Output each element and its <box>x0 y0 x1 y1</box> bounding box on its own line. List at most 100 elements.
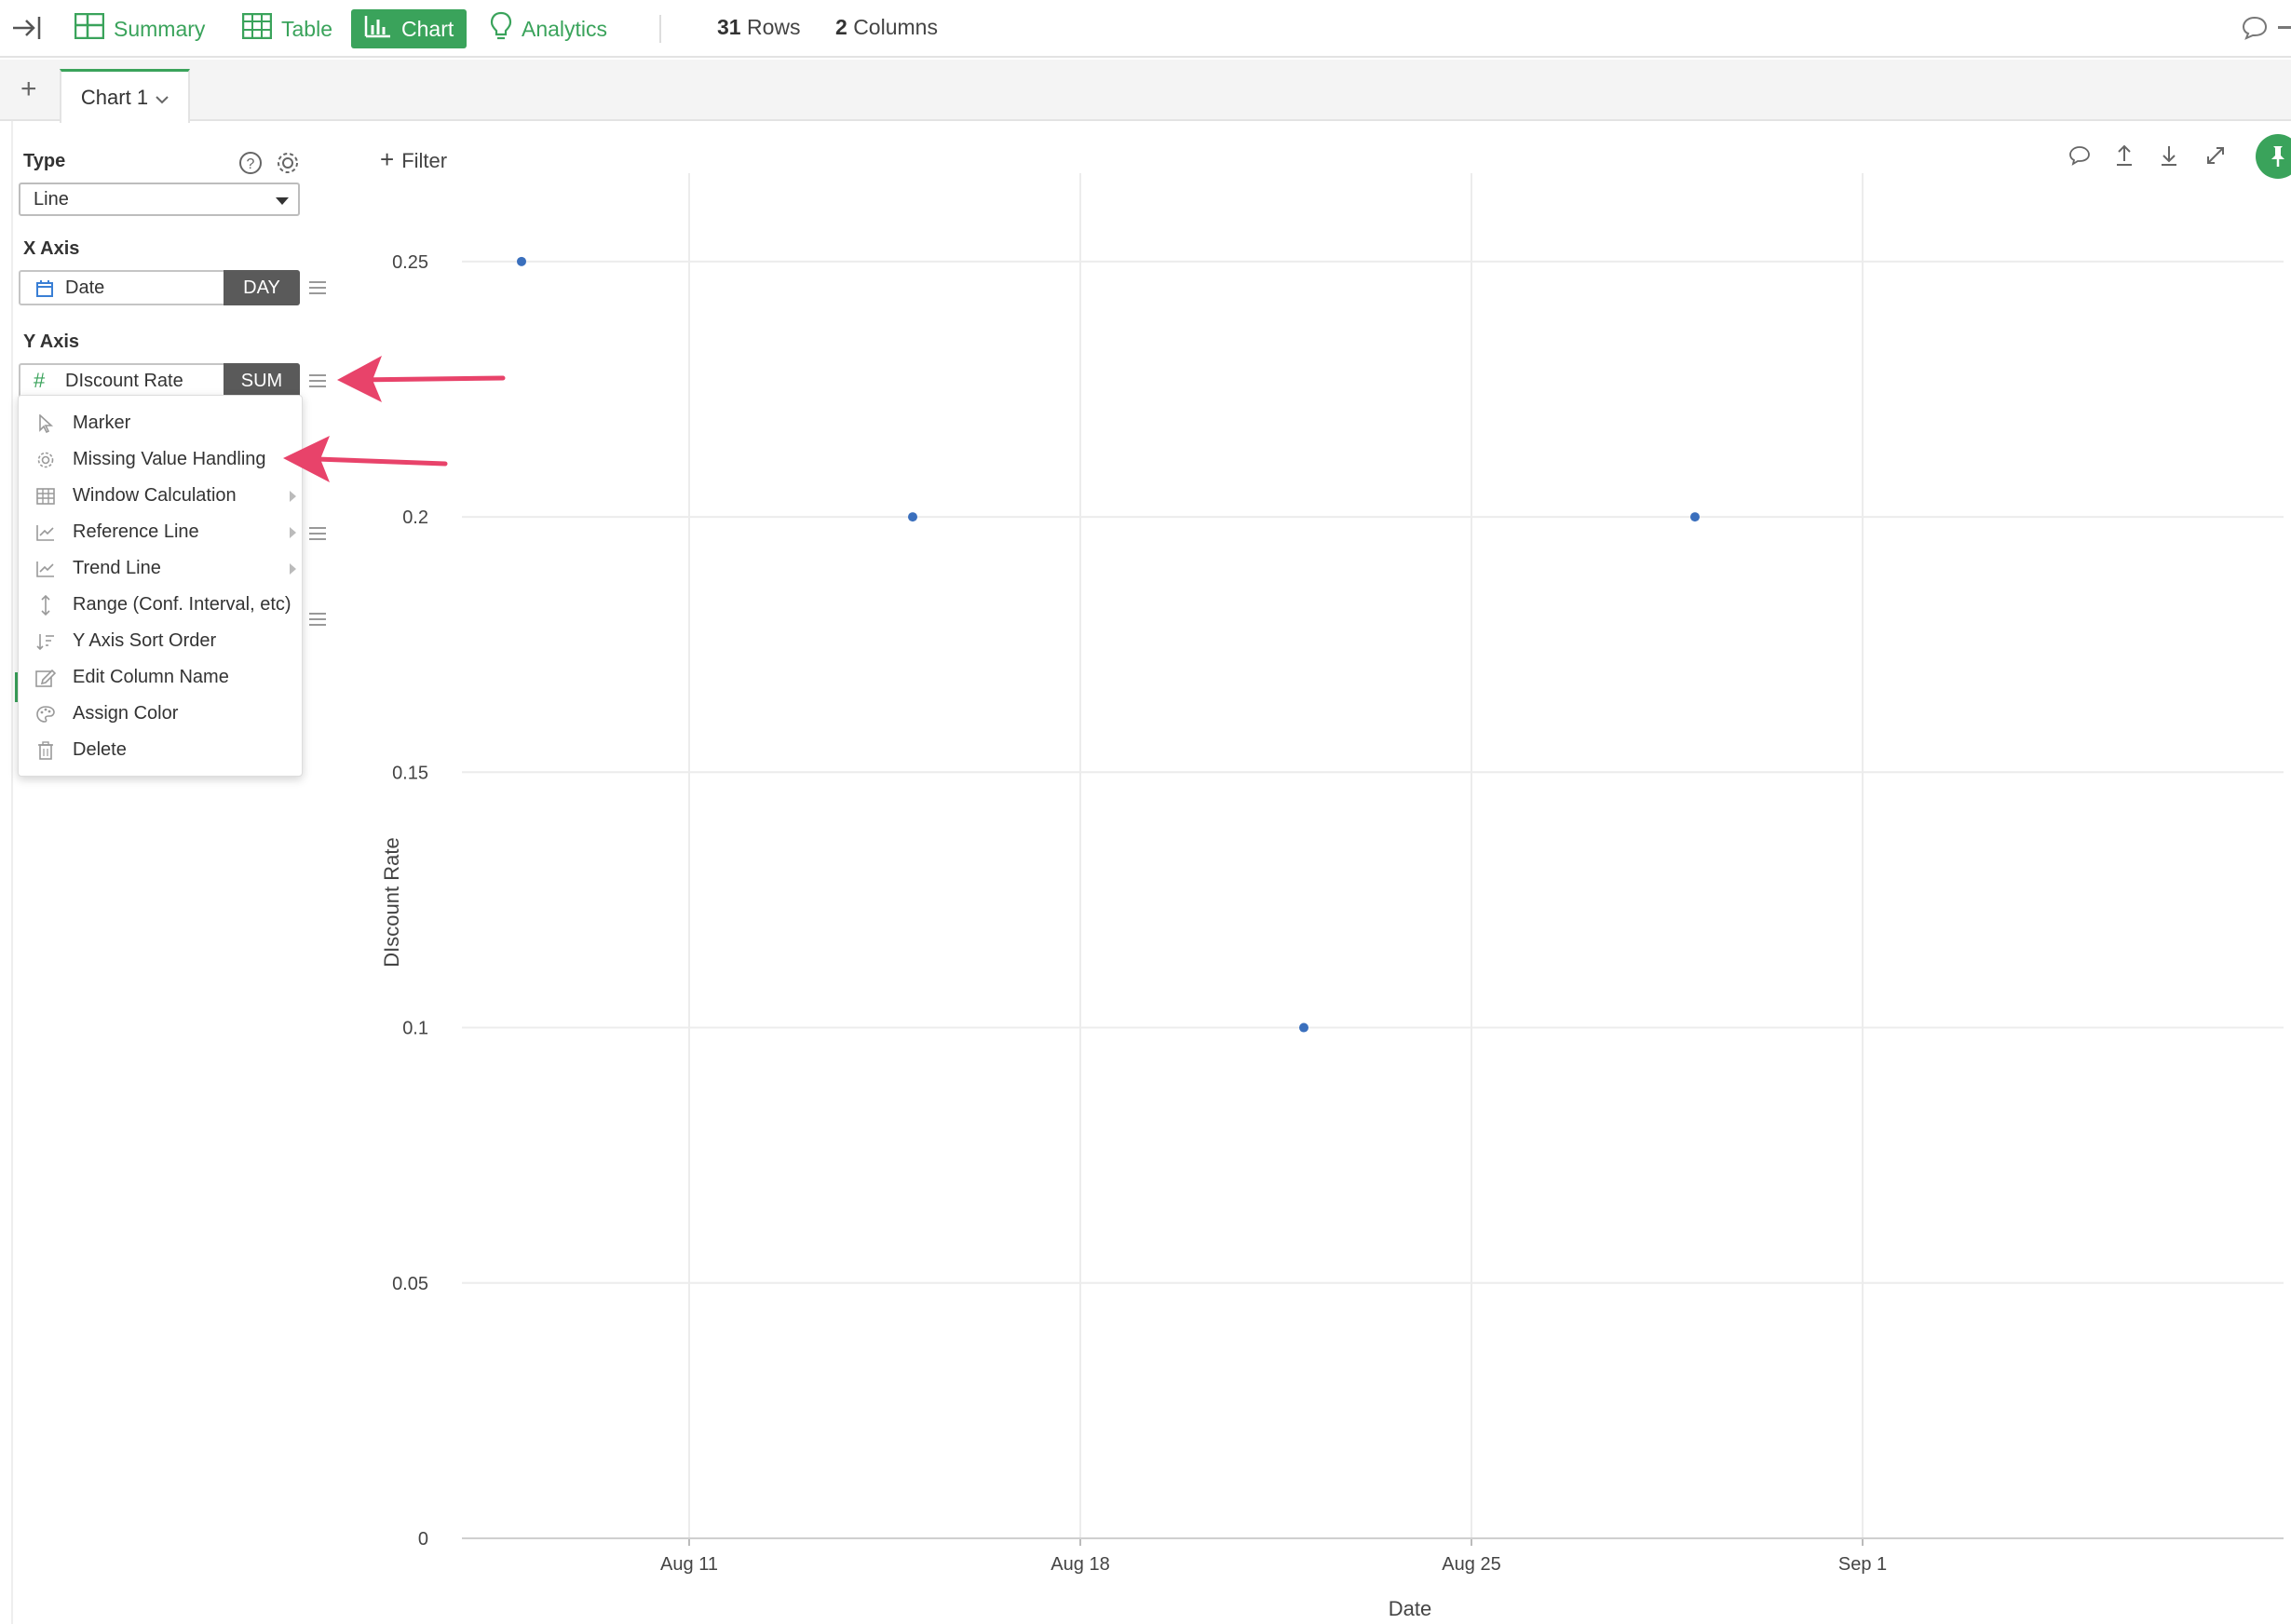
table-icon <box>241 12 273 45</box>
tab-analytics-label: Analytics <box>522 16 608 41</box>
menu-item-assign-color[interactable]: Assign Color <box>19 696 304 732</box>
collapsed-row-menu-icon[interactable] <box>309 613 326 626</box>
y-tick-label: 0 <box>418 1529 428 1550</box>
gear-icon <box>35 450 56 470</box>
chart-tab[interactable]: Chart 1 <box>60 69 190 123</box>
y-axis-column-pill[interactable]: # DIscount Rate SUM <box>19 363 300 399</box>
rows-count-value: 31 <box>717 15 741 39</box>
line-chart-icon <box>35 559 56 579</box>
x-axis-aggregation-button[interactable]: DAY <box>224 270 300 305</box>
collapsed-row-menu-icon[interactable] <box>309 527 326 540</box>
chart-plot: 00.050.10.150.20.25Aug 42019Aug 11Aug 18… <box>380 173 2284 1620</box>
chart-type-value: Line <box>34 188 69 210</box>
numeric-hash-icon: # <box>34 369 46 392</box>
top-toolbar: Summary Table Chart Analytics 31 Rows 2 … <box>0 0 2291 58</box>
x-axis-label: X Axis <box>23 238 80 259</box>
tab-table-label: Table <box>281 16 332 41</box>
menu-item-label: Window Calculation <box>73 485 237 506</box>
dropdown-caret-icon <box>276 197 289 205</box>
submenu-arrow-icon <box>290 562 296 575</box>
menu-item-label: Edit Column Name <box>73 667 229 687</box>
data-point <box>1690 512 1700 522</box>
tab-summary-label: Summary <box>114 16 206 41</box>
y-tick-label: 0.15 <box>392 763 428 783</box>
toolbar-divider <box>659 15 661 43</box>
menu-item-label: Reference Line <box>73 521 199 542</box>
y-axis-title: DIscount Rate <box>380 837 403 967</box>
data-point <box>1299 1022 1308 1033</box>
x-axis-column-name: Date <box>65 277 105 298</box>
x-tick-label: Aug 11 <box>660 1554 718 1575</box>
chevron-down-icon[interactable] <box>156 86 169 110</box>
panel-left-edge <box>11 121 13 1624</box>
tab-table[interactable]: Table <box>241 9 332 48</box>
menu-item-label: Trend Line <box>73 558 161 578</box>
y-tick-label: 0.2 <box>402 508 428 528</box>
menu-item-label: Missing Value Handling <box>73 449 266 469</box>
data-point <box>908 512 917 522</box>
type-label: Type <box>23 151 66 171</box>
menu-item-label: Delete <box>73 739 127 760</box>
y-tick-label: 0.25 <box>392 252 428 273</box>
columns-count-label: Columns <box>853 15 938 39</box>
svg-text:?: ? <box>247 156 255 172</box>
chart-tab-label: Chart 1 <box>80 85 149 109</box>
add-chart-button[interactable]: + <box>20 75 37 103</box>
x-tick-label: Aug 25 <box>1442 1554 1500 1575</box>
submenu-arrow-icon <box>290 490 296 502</box>
tab-chart-label: Chart <box>401 16 454 41</box>
tab-summary[interactable]: Summary <box>74 9 206 48</box>
table-icon <box>35 486 56 507</box>
sort-icon <box>35 631 56 652</box>
menu-item-window-calculation[interactable]: Window Calculation <box>19 478 304 514</box>
cursor-icon <box>35 413 56 434</box>
menu-item-delete[interactable]: Delete <box>19 732 304 768</box>
x-axis-menu-icon[interactable] <box>309 281 326 294</box>
menu-item-marker[interactable]: Marker <box>19 405 304 441</box>
gear-icon[interactable] <box>276 151 300 175</box>
y-tick-label: 0.05 <box>392 1274 428 1294</box>
tab-analytics[interactable]: Analytics <box>490 9 607 48</box>
x-tick-label: Sep 1 <box>1838 1554 1887 1575</box>
columns-count-value: 2 <box>835 15 847 39</box>
menu-item-label: Range (Conf. Interval, etc) <box>73 594 291 615</box>
calendar-icon <box>35 279 54 304</box>
vertical-range-icon <box>35 594 56 616</box>
trash-icon <box>35 740 56 761</box>
chart-type-select[interactable]: Line <box>19 183 300 216</box>
y-tick-label: 0.1 <box>402 1019 428 1039</box>
x-axis-title: Date <box>1389 1597 1431 1620</box>
chart-area: +Filter 00.050.10.150.20.25Aug 42019Aug … <box>345 121 2291 1624</box>
menu-item-reference-line[interactable]: Reference Line <box>19 514 304 550</box>
x-axis-column-pill[interactable]: Date DAY <box>19 270 300 305</box>
x-tick-label: Aug 18 <box>1051 1554 1109 1575</box>
menu-item-y-axis-sort-order[interactable]: Y Axis Sort Order <box>19 623 304 659</box>
help-icon[interactable]: ? <box>238 151 263 175</box>
more-icon[interactable] <box>2278 26 2291 29</box>
columns-count: 2 Columns <box>835 15 938 40</box>
menu-item-trend-line[interactable]: Trend Line <box>19 550 304 587</box>
menu-item-edit-column-name[interactable]: Edit Column Name <box>19 659 304 696</box>
menu-item-label: Y Axis Sort Order <box>73 630 217 651</box>
line-chart-icon <box>35 522 56 543</box>
rows-count: 31 Rows <box>717 15 801 40</box>
menu-item-label: Marker <box>73 413 131 433</box>
edit-icon <box>35 668 56 688</box>
menu-item-range[interactable]: Range (Conf. Interval, etc) <box>19 587 304 623</box>
comment-icon[interactable] <box>2241 15 2269 41</box>
summary-grid-icon <box>74 12 105 45</box>
lightbulb-icon <box>490 11 512 47</box>
menu-item-label: Assign Color <box>73 703 179 724</box>
y-axis-context-menu: Marker Missing Value Handling Window Cal… <box>18 395 303 777</box>
bar-chart-icon <box>364 14 392 44</box>
data-point <box>517 256 526 266</box>
menu-item-missing-value-handling[interactable]: Missing Value Handling <box>19 441 304 478</box>
rows-count-label: Rows <box>746 15 801 39</box>
collapse-sidebar-icon[interactable] <box>11 13 43 43</box>
y-axis-label: Y Axis <box>23 332 80 352</box>
y-axis-column-name: DIscount Rate <box>65 370 183 391</box>
chart-tab-bar: + Chart 1 <box>0 60 2291 123</box>
submenu-arrow-icon <box>290 526 296 538</box>
palette-icon <box>35 704 56 724</box>
tab-chart[interactable]: Chart <box>351 9 468 48</box>
